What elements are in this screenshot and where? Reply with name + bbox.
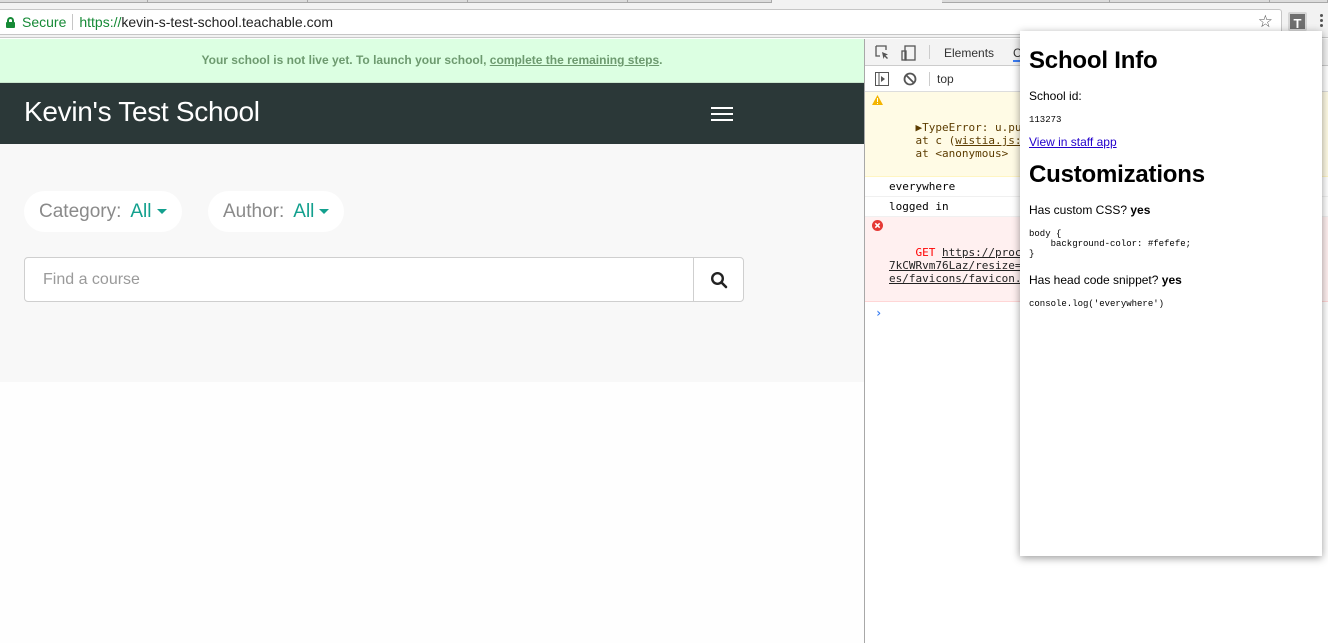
device-toolbar-icon[interactable]	[901, 45, 916, 61]
clear-console-icon[interactable]	[903, 72, 917, 86]
error-url-link[interactable]: es/favicons/favicon.	[889, 272, 1021, 285]
course-search	[24, 257, 744, 302]
head-code-value: yes	[1161, 273, 1182, 287]
url-host: kevin-s-test-school.teachable.com	[121, 14, 334, 30]
custom-css-label: Has custom CSS?	[1029, 203, 1131, 217]
head-code-snippet: console.log('everywhere')	[1029, 299, 1165, 309]
wistia-source-link[interactable]: wistia.js:	[955, 134, 1021, 147]
caret-down-icon	[319, 209, 330, 214]
error-method: GET	[915, 246, 942, 259]
search-button[interactable]	[693, 258, 743, 301]
browser-tab[interactable]	[1110, 0, 1270, 3]
author-filter-value: All	[293, 200, 315, 222]
browser-tab[interactable]	[942, 0, 1110, 3]
browser-tab[interactable]	[628, 0, 772, 3]
view-in-staff-app-link[interactable]: View in staff app	[1029, 135, 1313, 149]
popup-title: School Info	[1029, 47, 1158, 74]
divider	[72, 14, 74, 30]
launch-banner: Your school is not live yet. To launch y…	[0, 39, 864, 83]
secure-label: Secure	[22, 14, 67, 30]
school-id-value: 113273	[1029, 115, 1062, 125]
vertical-dots-icon[interactable]	[1320, 14, 1324, 29]
lock-icon	[6, 16, 15, 28]
banner-text: Your school is not live yet. To launch y…	[201, 53, 490, 67]
complete-steps-link[interactable]: complete the remaining steps	[490, 53, 659, 67]
browser-tab[interactable]	[0, 0, 148, 3]
course-search-input[interactable]	[25, 258, 693, 301]
browser-tab[interactable]	[308, 0, 468, 3]
warning-line: at c (	[889, 134, 956, 147]
head-code-status: Has head code snippet? yes	[1029, 273, 1313, 287]
custom-css-code: body { background-color: #fefefe; }	[1029, 229, 1192, 259]
browser-tab[interactable]	[468, 0, 628, 3]
hamburger-icon[interactable]	[711, 107, 733, 125]
school-id-label: School id:	[1029, 89, 1082, 103]
web-page: Your school is not live yet. To launch y…	[0, 39, 864, 643]
category-filter-dropdown[interactable]: Category: All	[24, 191, 182, 232]
browser-tab[interactable]	[148, 0, 308, 3]
school-brand[interactable]: Kevin's Test School	[24, 96, 260, 128]
divider	[929, 45, 930, 59]
course-filter-section: Category: All Author: All	[0, 144, 864, 382]
url-scheme: https://	[79, 14, 122, 30]
search-icon	[710, 271, 727, 288]
category-filter-value: All	[130, 200, 152, 222]
teachable-extension-button[interactable]: T	[1288, 12, 1307, 31]
warning-line: at <anonymous>	[889, 147, 1009, 160]
author-filter-label: Author:	[223, 200, 285, 222]
show-sidebar-icon[interactable]	[875, 72, 889, 86]
custom-css-value: yes	[1130, 203, 1151, 217]
category-filter-label: Category:	[39, 200, 122, 222]
star-icon[interactable]: ☆	[1258, 12, 1273, 32]
head-code-label: Has head code snippet?	[1029, 273, 1162, 287]
caret-down-icon	[156, 209, 167, 214]
banner-suffix: .	[659, 53, 663, 67]
error-icon	[872, 220, 883, 231]
context-selector[interactable]: top	[937, 72, 954, 86]
inspect-element-icon[interactable]	[875, 45, 890, 60]
error-url-link[interactable]: 7kCWRvm76Laz/resize=	[889, 259, 1021, 272]
author-filter-dropdown[interactable]: Author: All	[208, 191, 345, 232]
warning-icon	[872, 95, 883, 105]
school-info-popup: School Info School id: 113273 View in st…	[1020, 31, 1322, 556]
custom-css-status: Has custom CSS? yes	[1029, 203, 1313, 217]
customizations-heading: Customizations	[1029, 161, 1205, 188]
school-navbar: Kevin's Test School	[0, 83, 864, 144]
browser-tab[interactable]	[1270, 0, 1328, 3]
tab-elements[interactable]: Elements	[944, 46, 994, 60]
divider	[929, 72, 930, 86]
